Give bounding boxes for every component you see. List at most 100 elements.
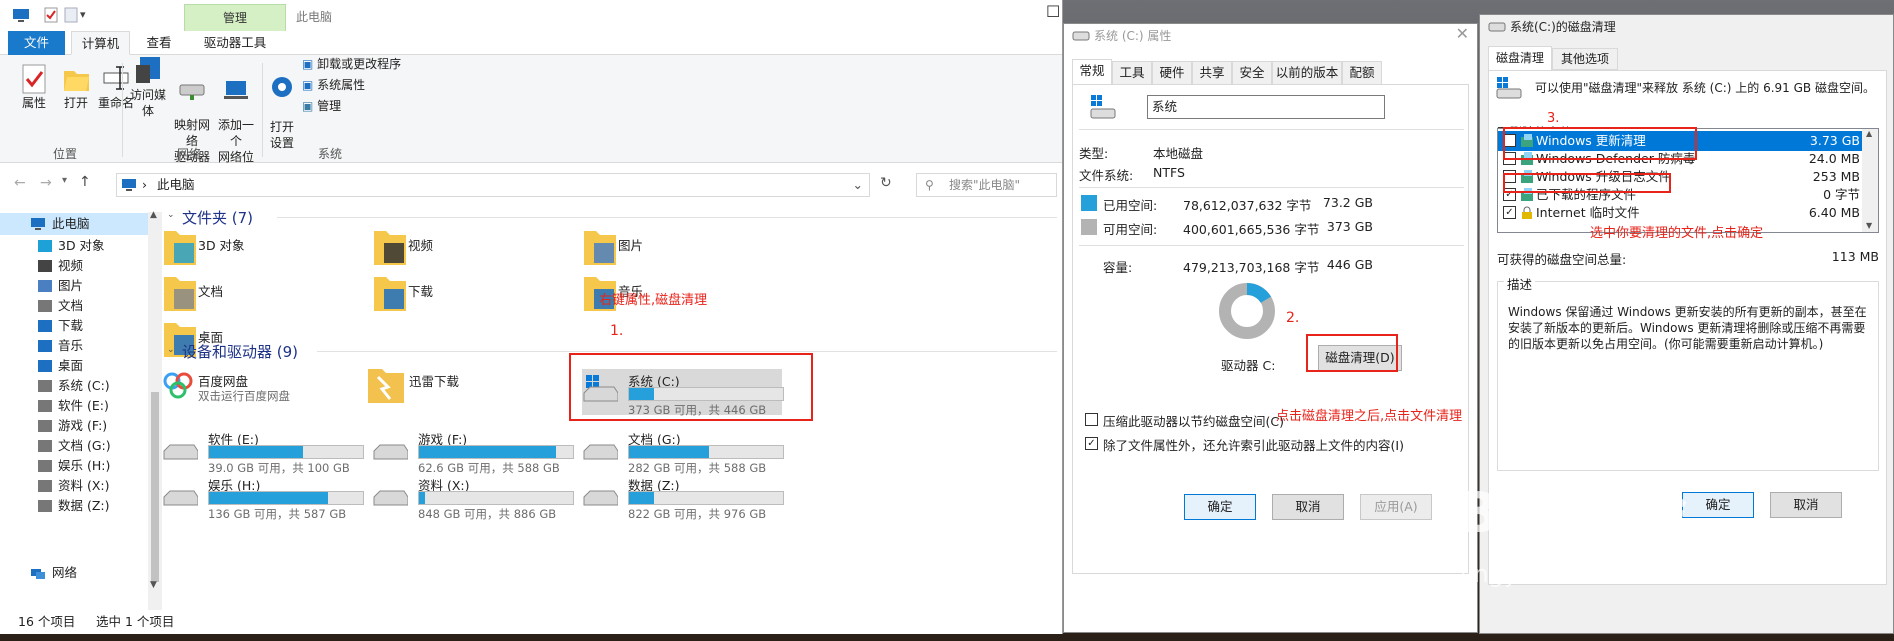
nav-item[interactable]: 娱乐 (H:) [0,455,148,477]
index-checkbox[interactable]: ✓ [1085,437,1098,450]
search-input[interactable]: ⚲ 搜索"此电脑" [916,173,1057,197]
ok-button[interactable]: 确定 [1184,494,1256,520]
nav-item-icon [38,460,52,472]
tab-tools[interactable]: 工具 [1112,61,1152,85]
hard-drive-icon [373,444,408,460]
folder-item[interactable]: 下载 [372,273,572,317]
address-dropdown-icon[interactable]: ⌄ [853,174,863,196]
open-label: 打开 [63,96,88,110]
total-space-label: 可获得的磁盘空间总量: [1497,252,1627,267]
qat-dropdown-icon[interactable]: ▾ [80,8,86,21]
refresh-icon[interactable]: ↻ [880,175,892,191]
file-checkbox[interactable]: ✓ [1503,206,1516,219]
nav-item[interactable]: 桌面 [0,355,148,377]
drive-icon [1072,31,1090,41]
open-settings-button[interactable]: 打开 设置 [264,55,300,151]
drive-usage-fill [629,492,654,504]
folder-item[interactable]: 文档 [162,273,362,317]
nav-item[interactable]: 图片 [0,275,148,297]
tab-quota[interactable]: 配额 [1342,61,1382,85]
drive-item[interactable]: 娱乐 (H:) 136 GB 可用，共 587 GB [162,473,364,521]
nav-item[interactable]: 下载 [0,315,148,337]
tab-file[interactable]: 文件 [8,31,65,55]
address-bar[interactable]: › 此电脑 ⌄ [116,173,870,197]
nav-scrollbar[interactable]: ▲ ▼ [148,210,162,610]
properties-check-icon[interactable] [44,7,58,23]
scroll-up-icon[interactable]: ▲ [1866,129,1872,138]
annotation-select-files: 选中你要清理的文件,点击确定 [1590,226,1764,241]
nav-this-pc[interactable]: 此电脑 [0,213,148,235]
nav-item[interactable]: 系统 (C:) [0,375,148,397]
folder-item[interactable]: 3D 对象 [162,227,362,271]
close-icon[interactable]: ✕ [1456,24,1469,43]
list-scrollbar[interactable]: ▲ ▼ [1862,129,1878,232]
tab-drive-tools[interactable]: 驱动器工具 [186,31,284,55]
nav-item[interactable]: 游戏 (F:) [0,415,148,437]
nav-network[interactable]: 网络 [0,562,148,584]
tab-sharing[interactable]: 共享 [1192,61,1232,85]
scroll-up-icon[interactable]: ▲ [150,210,157,220]
manage-button[interactable]: ▣ 管理 [302,97,341,114]
open-button[interactable]: 打开 [56,63,96,111]
cleanup-intro: 可以使用"磁盘清理"来释放 系统 (C:) 上的 6.91 GB 磁盘空间。 [1535,81,1875,95]
folder-item[interactable]: 视频 [372,227,572,271]
nav-item[interactable]: 软件 (E:) [0,395,148,417]
compress-checkbox[interactable] [1085,413,1098,426]
hard-drive-icon [163,444,198,460]
drive-item[interactable]: 软件 (E:) 39.0 GB 可用，共 100 GB [162,427,364,475]
folder-icon [374,277,406,311]
group-label-network: 网络 [177,147,202,161]
drive-item[interactable]: 资料 (X:) 848 GB 可用，共 886 GB [372,473,574,521]
up-arrow-icon[interactable]: ↑ [79,174,91,190]
cancel-button[interactable]: 取消 [1272,494,1344,520]
free-space-swatch [1081,219,1097,235]
scroll-down-icon[interactable]: ▼ [150,580,157,590]
tab-previous-versions[interactable]: 以前的版本 [1272,61,1342,85]
new-folder-icon[interactable] [64,7,78,23]
tab-security[interactable]: 安全 [1232,61,1272,85]
nav-item-icon [38,420,52,432]
tab-more-options[interactable]: 其他选项 [1552,48,1618,70]
nav-item[interactable]: 文档 (G:) [0,435,148,457]
file-name: Internet 临时文件 [1536,205,1640,220]
forward-arrow-icon[interactable]: → [40,175,52,191]
tab-hardware[interactable]: 硬件 [1152,61,1192,85]
drive-item[interactable]: 数据 (Z:) 822 GB 可用，共 976 GB [582,473,784,521]
tab-disk-cleanup[interactable]: 磁盘清理 [1488,46,1552,70]
baidu-netdisk-item[interactable]: 百度网盘 双击运行百度网盘 [162,365,362,413]
apply-button[interactable]: 应用(A) [1360,494,1432,520]
nav-item[interactable]: 资料 (X:) [0,475,148,497]
scroll-thumb[interactable] [151,392,159,582]
cleanup-cancel-button[interactable]: 取消 [1770,492,1842,518]
access-media-button[interactable]: 访问媒体 [126,55,170,119]
tab-computer[interactable]: 计算机 [71,31,130,55]
folder-item[interactable]: 图片 [582,227,782,271]
nav-item[interactable]: 音乐 [0,335,148,357]
xunlei-download-item[interactable]: 迅雷下载 [366,363,566,411]
recent-dropdown-icon[interactable]: ▾ [62,175,67,186]
tab-view[interactable]: 查看 [135,31,183,55]
collapse-devices-icon[interactable]: ⌄ [167,345,175,355]
cleanup-drive-icon [1488,22,1506,32]
file-list-item[interactable]: ✓ Internet 临时文件 6.40 MB [1498,203,1878,223]
cleanup-ok-button[interactable]: 确定 [1682,492,1754,518]
scroll-down-icon[interactable]: ▼ [1866,221,1872,230]
manage-context-tab[interactable]: 管理 [184,4,286,31]
tab-general[interactable]: 常规 [1072,59,1112,85]
maximize-icon[interactable]: ☐ [1046,2,1060,21]
properties-button[interactable]: 属性 [14,63,54,111]
system-properties-button[interactable]: ▣ 系统属性 [302,76,365,93]
devices-section-header[interactable]: 设备和驱动器 (9) [182,341,298,362]
nav-item[interactable]: 视频 [0,255,148,277]
drive-item[interactable]: 文档 (G:) 282 GB 可用，共 588 GB [582,427,784,475]
drive-name-input[interactable]: 系统 [1147,95,1385,119]
drive-item[interactable]: 游戏 (F:) 62.6 GB 可用，共 588 GB [372,427,574,475]
collapse-folders-icon[interactable]: ⌄ [167,210,175,220]
nav-item[interactable]: 数据 (Z:) [0,495,148,517]
nav-item[interactable]: 文档 [0,295,148,317]
nav-item[interactable]: 3D 对象 [0,235,148,257]
uninstall-program-button[interactable]: ▣ 卸载或更改程序 [302,55,401,72]
back-arrow-icon[interactable]: ← [14,175,26,191]
folders-section-header[interactable]: 文件夹 (7) [182,207,253,228]
properties-label: 属性 [21,96,46,110]
